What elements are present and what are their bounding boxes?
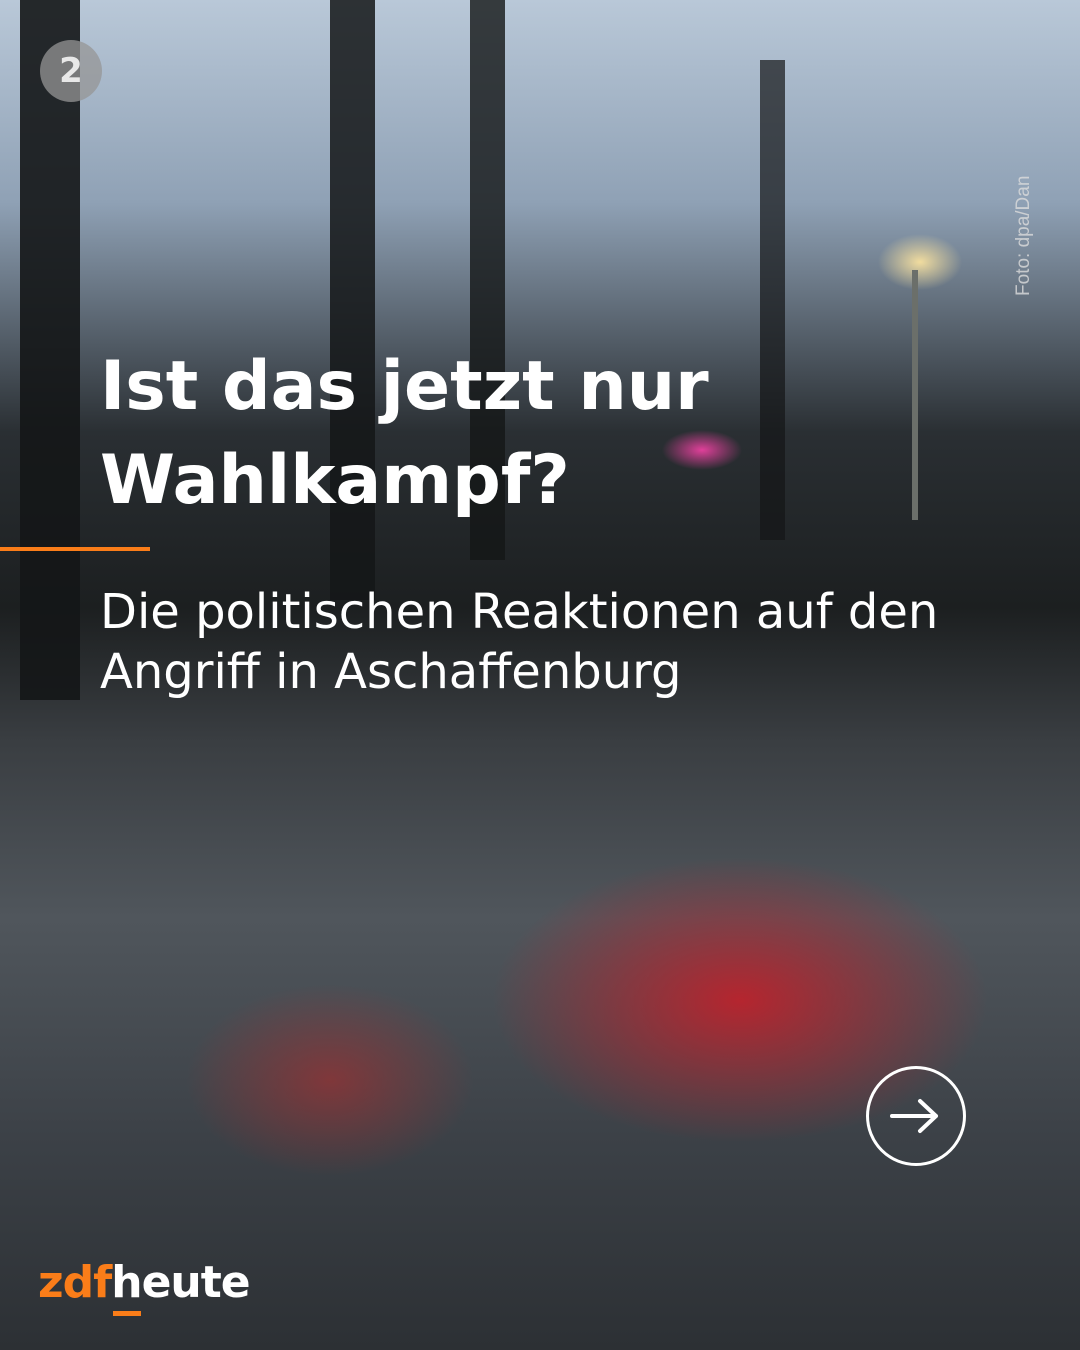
brand-prefix: zdf [38,1257,112,1308]
headline: Ist das jetzt nur Wahlkampf? [100,347,709,520]
arrow-right-icon [890,1099,938,1133]
photo-credit: Foto: dpa/Dan [1013,175,1034,296]
zdfheute-logo: zdfheute [38,1257,251,1308]
next-slide-button[interactable] [866,1066,966,1166]
brand-suffix: heute [111,1257,250,1308]
accent-divider [0,547,150,551]
zdf-logo-watermark: 2 [40,40,102,102]
subheadline: Die politischen Reaktionen auf den Angri… [100,584,939,700]
